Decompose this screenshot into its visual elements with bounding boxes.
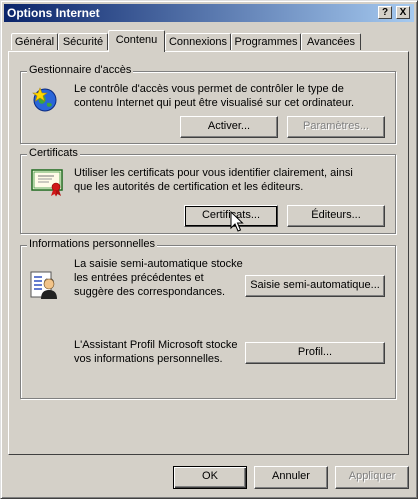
tab-programs[interactable]: Programmes [231, 33, 301, 50]
mouse-cursor-icon [230, 211, 244, 232]
window-title: Options Internet [7, 6, 100, 20]
certificates-group: Certificats Utiliser les certificats pou… [20, 147, 396, 234]
certs-desc-line1: Utiliser les certificats pour vous ident… [74, 167, 353, 179]
profile-desc-line2: vos informations personnelles. [74, 353, 223, 365]
tab-connections[interactable]: Connexions [165, 33, 231, 50]
access-group-title: Gestionnaire d'accès [27, 64, 134, 76]
tab-content[interactable]: Contenu [108, 30, 165, 52]
tab-advanced[interactable]: Avancées [301, 33, 361, 50]
profile-button[interactable]: Profil... [245, 342, 385, 364]
options-dialog: Options Internet ? X Général Sécurité Co… [0, 0, 418, 499]
help-button[interactable]: ? [378, 6, 392, 19]
publishers-button[interactable]: Éditeurs... [287, 205, 385, 227]
tab-general[interactable]: Général [11, 33, 58, 50]
access-group: Gestionnaire d'accès Le contrôle d'accès… [20, 64, 396, 144]
access-desc-line2: contenu Internet qui peut être visualisé… [74, 97, 355, 109]
tab-security[interactable]: Sécurité [58, 33, 108, 50]
autocomplete-desc-line2: les entrées précédentes et [74, 272, 204, 284]
certs-desc-line2: que les autorités de certification et le… [74, 181, 304, 193]
personal-info-group-title: Informations personnelles [27, 238, 157, 250]
content-tab-panel: Gestionnaire d'accès Le contrôle d'accès… [8, 51, 409, 455]
enable-button[interactable]: Activer... [180, 116, 278, 138]
access-desc-line1: Le contrôle d'accès vous permet de contr… [74, 83, 344, 95]
autocomplete-desc-line1: La saisie semi-automatique stocke [74, 258, 243, 270]
apply-button[interactable]: Appliquer [335, 466, 409, 489]
settings-button[interactable]: Paramètres... [287, 116, 385, 138]
globe-star-icon [32, 87, 57, 112]
title-bar[interactable]: Options Internet ? X [4, 4, 414, 22]
close-button[interactable]: X [396, 6, 410, 19]
autocomplete-desc-line3: suggère des correspondances. [74, 286, 226, 298]
profile-desc-line1: L'Assistant Profil Microsoft stocke [74, 339, 238, 351]
cancel-button[interactable]: Annuler [254, 466, 328, 489]
profile-card-icon [30, 271, 57, 299]
ok-button[interactable]: OK [173, 466, 247, 489]
certificates-group-title: Certificats [27, 147, 80, 159]
autocomplete-button[interactable]: Saisie semi-automatique... [245, 275, 385, 297]
personal-info-group: Informations personnelles La saisie semi… [20, 238, 396, 399]
certificate-icon [31, 169, 63, 197]
